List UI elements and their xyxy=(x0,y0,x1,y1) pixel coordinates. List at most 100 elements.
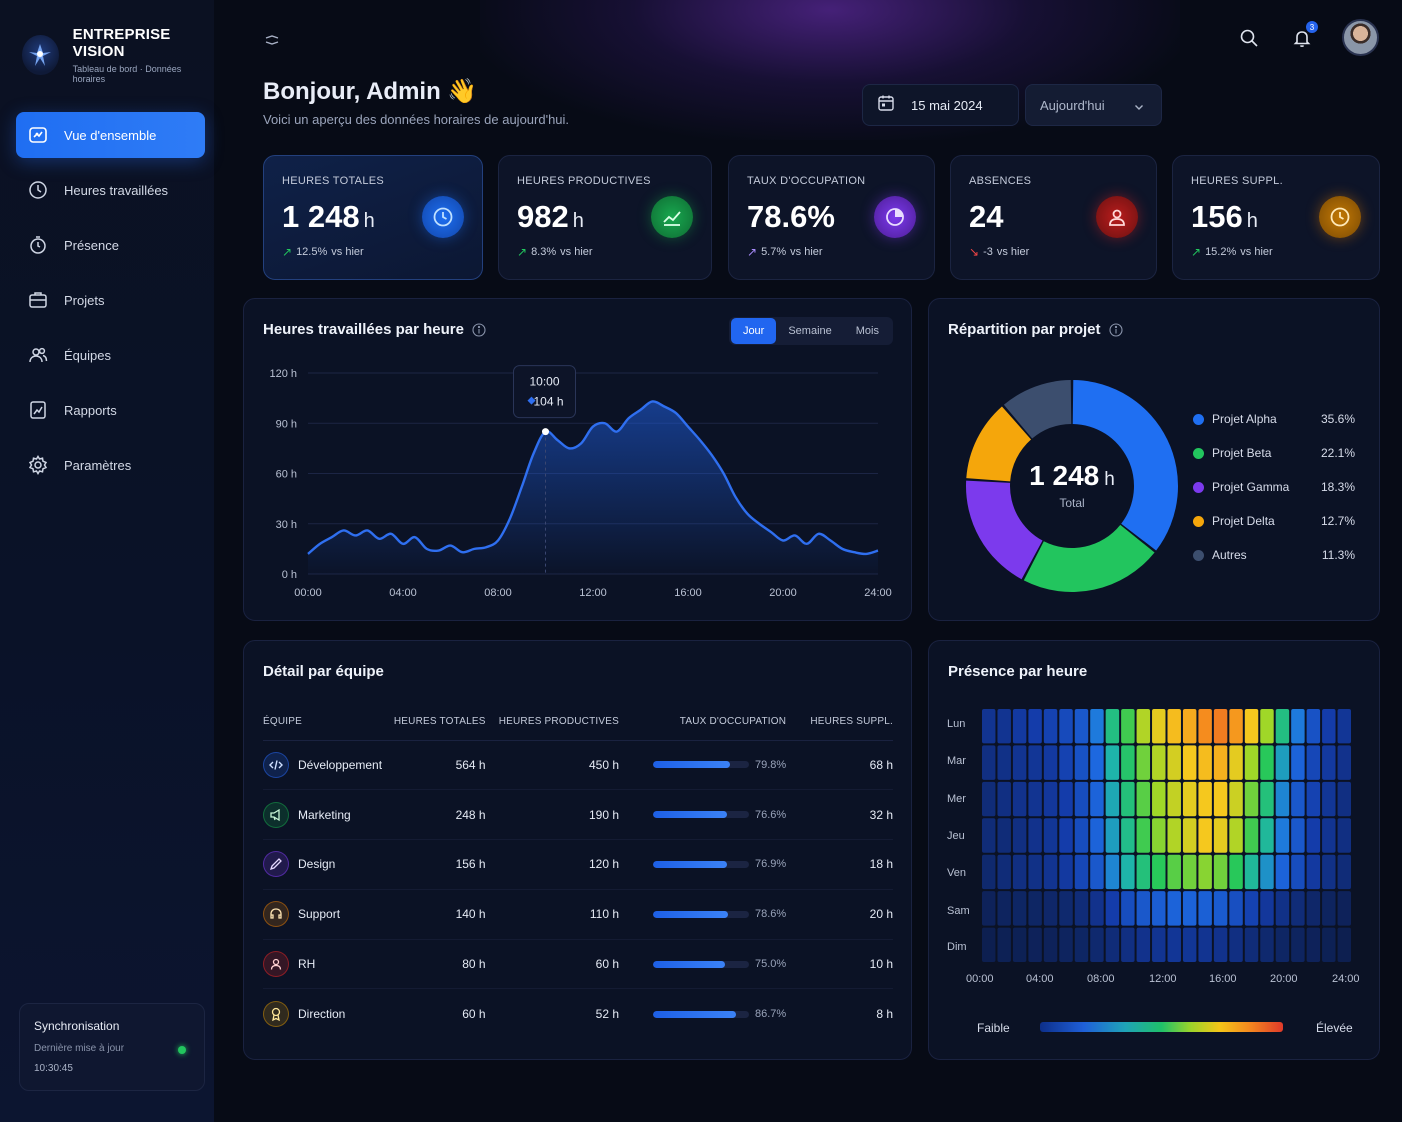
page-subtitle: Voici un aperçu des données horaires de … xyxy=(263,112,570,127)
heatmap-cell xyxy=(1059,781,1073,817)
kpi-label: HEURES PRODUCTIVES xyxy=(517,175,651,187)
heatmap-cell xyxy=(1337,927,1351,962)
heatmap-cell xyxy=(1121,927,1135,962)
heatmap-cell xyxy=(1213,854,1228,890)
occupation-bar xyxy=(653,910,749,918)
heatmap-cell xyxy=(1306,854,1321,890)
heatmap-cell xyxy=(997,927,1011,962)
heatmap-cell xyxy=(1198,781,1212,817)
heatmap-cell xyxy=(997,781,1011,817)
calendar-icon xyxy=(877,94,895,117)
heatmap-cell xyxy=(1337,854,1351,890)
occupation-value: 76.6% xyxy=(755,808,787,821)
heatmap-cell xyxy=(1229,891,1243,926)
heatmap-cell xyxy=(1275,927,1290,962)
team-cell: Direction xyxy=(263,989,392,1039)
heatmap-cell xyxy=(1198,927,1212,962)
sidebar: ENTREPRISE VISION Tableau de bord · Donn… xyxy=(0,0,214,1122)
column-header[interactable]: TAUX D'OCCUPATION xyxy=(619,704,787,741)
sidebar-item-label: Rapports xyxy=(64,402,117,418)
heatmap-cell xyxy=(1028,854,1042,890)
sidebar-item-presence[interactable]: Présence xyxy=(16,222,205,268)
legend-item[interactable]: Projet Gamma 18.3% xyxy=(1193,470,1355,504)
sidebar-item-projects[interactable]: Projets xyxy=(16,277,205,323)
column-header[interactable]: HEURES PRODUCTIVES xyxy=(485,704,619,741)
table-row[interactable]: Développement 564 h 450 h 79.8% 68 h xyxy=(263,740,893,791)
heatmap-cell xyxy=(1291,709,1305,744)
kpi-card-absences[interactable]: ABSENCES 24 ↘ -3 vs hier xyxy=(950,155,1157,280)
overtime-cell: 68 h xyxy=(786,740,893,791)
heatmap-cell xyxy=(1275,709,1290,744)
brand-logo-icon xyxy=(22,35,59,75)
sidebar-item-hours[interactable]: Heures travaillées xyxy=(16,167,205,213)
brand-title: ENTREPRISE VISION xyxy=(72,26,171,60)
table-row[interactable]: RH 80 h 60 h 75.0% 10 h xyxy=(263,939,893,990)
productive-hours-cell: 60 h xyxy=(485,939,619,990)
legend-item[interactable]: Autres 11.3% xyxy=(1193,538,1355,572)
heatmap-cell xyxy=(1059,927,1073,962)
heatmap-cell xyxy=(1275,891,1290,926)
heatmap-cell xyxy=(1182,818,1197,853)
avatar[interactable] xyxy=(1342,19,1379,56)
sidebar-item-reports[interactable]: Rapports xyxy=(16,387,205,433)
heatmap-cell xyxy=(1322,818,1336,853)
heatmap-cell xyxy=(997,745,1011,780)
occupation-value: 76.9% xyxy=(755,858,787,871)
productive-hours-cell: 450 h xyxy=(485,740,619,791)
kpi-card-total-hours[interactable]: HEURES TOTALES 1 248 h ↗ 12.5% vs hier xyxy=(263,155,483,280)
sidebar-item-overview[interactable]: Vue d'ensemble xyxy=(16,112,205,158)
heatmap-cell xyxy=(1043,927,1058,962)
sync-time: 10:30:45 xyxy=(34,1063,73,1074)
period-select[interactable]: Aujourd'hui xyxy=(1025,84,1162,126)
heatmap-cell xyxy=(1028,927,1042,962)
heatmap-cell xyxy=(1213,781,1228,817)
headset-icon xyxy=(263,901,289,928)
pen-icon xyxy=(263,851,289,878)
brand[interactable]: ENTREPRISE VISION Tableau de bord · Donn… xyxy=(22,26,214,84)
table-row[interactable]: Support 140 h 110 h 78.6% 20 h xyxy=(263,889,893,940)
heatmap-cell xyxy=(1043,745,1058,780)
heatmap-cell xyxy=(1136,745,1151,780)
report-icon xyxy=(28,400,48,420)
heatmap-cell xyxy=(1028,781,1042,817)
date-picker[interactable]: 15 mai 2024 xyxy=(862,84,1019,126)
heatmap-cell xyxy=(1337,891,1351,926)
occupation-cell: 76.9% xyxy=(619,839,787,890)
collapse-sidebar-button[interactable] xyxy=(262,30,282,50)
heatmap-cell xyxy=(1275,818,1290,853)
search-icon[interactable] xyxy=(1237,26,1261,50)
legend-item[interactable]: Projet Alpha 35.6% xyxy=(1193,402,1355,436)
table-row[interactable]: Marketing 248 h 190 h 76.6% 32 h xyxy=(263,789,893,841)
table-row[interactable]: Direction 60 h 52 h 86.7% 8 h xyxy=(263,989,893,1039)
legend-item[interactable]: Projet Delta 12.7% xyxy=(1193,504,1355,538)
heatmap-cell xyxy=(1074,709,1089,744)
kpi-card-overtime[interactable]: HEURES SUPPL. 156 h ↗ 15.2% vs hier xyxy=(1172,155,1380,280)
heatmap-x-tick: 12:00 xyxy=(1149,973,1177,985)
table-row[interactable]: Design 156 h 120 h 76.9% 18 h xyxy=(263,839,893,890)
sidebar-item-settings[interactable]: Paramètres xyxy=(16,442,205,488)
heatmap-cell xyxy=(1275,745,1290,780)
y-tick-label: 90 h xyxy=(276,418,297,430)
y-tick-label: 60 h xyxy=(276,469,297,481)
sidebar-nav: Vue d'ensemble Heures travaillées Présen… xyxy=(16,112,205,497)
sidebar-item-teams[interactable]: Équipes xyxy=(16,332,205,378)
occupation-bar xyxy=(653,960,749,968)
occupation-bar-fill xyxy=(653,1010,737,1018)
legend-value: 11.3% xyxy=(1321,548,1355,562)
kpi-card-occupation-rate[interactable]: TAUX D'OCCUPATION 78.6% ↗ 5.7% vs hier xyxy=(728,155,935,280)
heatmap-cell xyxy=(1306,745,1321,780)
heatmap-cell xyxy=(982,854,996,890)
team-name: RH xyxy=(298,957,316,972)
productive-hours-cell: 110 h xyxy=(485,889,619,940)
kpi-card-productive-hours[interactable]: HEURES PRODUCTIVES 982 h ↗ 8.3% vs hier xyxy=(498,155,712,280)
heatmap-cell xyxy=(1090,709,1104,744)
column-header[interactable]: HEURES TOTALES xyxy=(391,704,486,741)
chevron-down-icon xyxy=(1133,100,1145,118)
tooltip: 10:00 104 h xyxy=(513,365,576,419)
column-header[interactable]: ÉQUIPE xyxy=(263,704,392,741)
legend-item[interactable]: Projet Beta 22.1% xyxy=(1193,436,1355,470)
total-hours-cell: 564 h xyxy=(391,740,486,791)
column-header[interactable]: HEURES SUPPL. xyxy=(786,704,893,741)
heatmap-cell xyxy=(1244,745,1259,780)
heatmap-cell xyxy=(1198,891,1212,926)
